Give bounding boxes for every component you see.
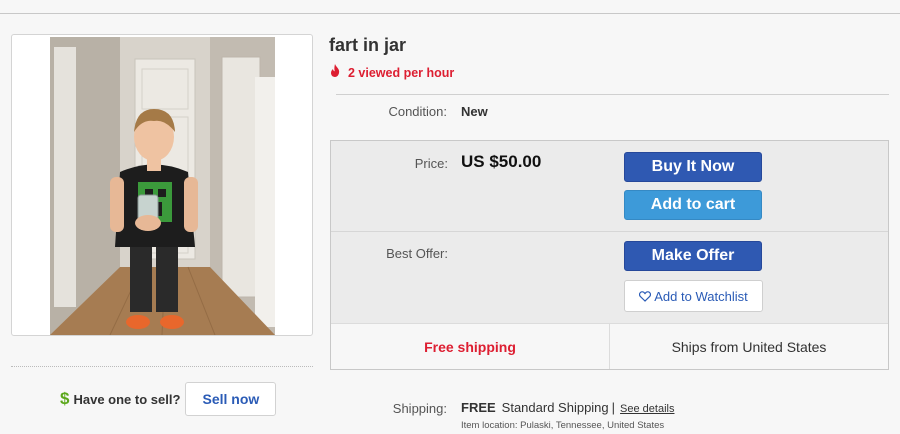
dollar-icon: $ — [60, 389, 70, 408]
product-image[interactable] — [50, 37, 275, 335]
add-to-cart-button[interactable]: Add to cart — [624, 190, 762, 220]
sell-one-section: $ Have one to sell? Sell now — [60, 382, 277, 416]
item-title: fart in jar — [329, 35, 407, 55]
fire-icon — [329, 64, 341, 82]
price-label: Price: — [414, 156, 448, 171]
sell-now-button[interactable]: Sell now — [185, 382, 277, 416]
title-divider — [336, 94, 889, 95]
buy-it-now-button[interactable]: Buy It Now — [624, 152, 762, 182]
free-shipping-badge: Free shipping — [331, 324, 610, 369]
trending-indicator: 2 viewed per hour — [329, 64, 454, 82]
shipping-details: FREE Standard Shipping | See details — [461, 400, 674, 415]
trending-text: 2 viewed per hour — [348, 66, 455, 80]
shipping-summary-band: Free shipping Ships from United States — [331, 323, 888, 369]
shipping-free: FREE — [461, 400, 496, 415]
shipping-label: Shipping: — [392, 401, 447, 416]
left-divider — [11, 366, 313, 367]
shipping-separator: | — [611, 400, 616, 415]
price-value: US $50.00 — [461, 152, 542, 171]
condition-value: New — [461, 104, 488, 119]
item-location: Item location: Pulaski, Tennessee, Unite… — [461, 420, 665, 431]
watchlist-label: Add to Watchlist — [654, 288, 748, 304]
product-image-frame[interactable] — [11, 34, 313, 336]
shipping-method: Standard Shipping — [501, 400, 609, 415]
sell-prompt: Have one to sell? — [73, 391, 181, 407]
make-offer-button[interactable]: Make Offer — [624, 241, 762, 271]
purchase-panel: Price: US $50.00 Buy It Now Add to cart … — [330, 140, 889, 370]
panel-divider — [331, 231, 888, 232]
add-to-watchlist-button[interactable]: Add to Watchlist — [624, 280, 763, 312]
heart-icon — [639, 290, 652, 302]
condition-label: Condition: — [388, 104, 447, 119]
header-divider — [0, 13, 900, 14]
product-photo-illustration — [50, 37, 275, 335]
see-details-link[interactable]: See details — [620, 403, 674, 415]
best-offer-label: Best Offer: — [386, 246, 448, 261]
ships-from-text: Ships from United States — [671, 338, 827, 355]
